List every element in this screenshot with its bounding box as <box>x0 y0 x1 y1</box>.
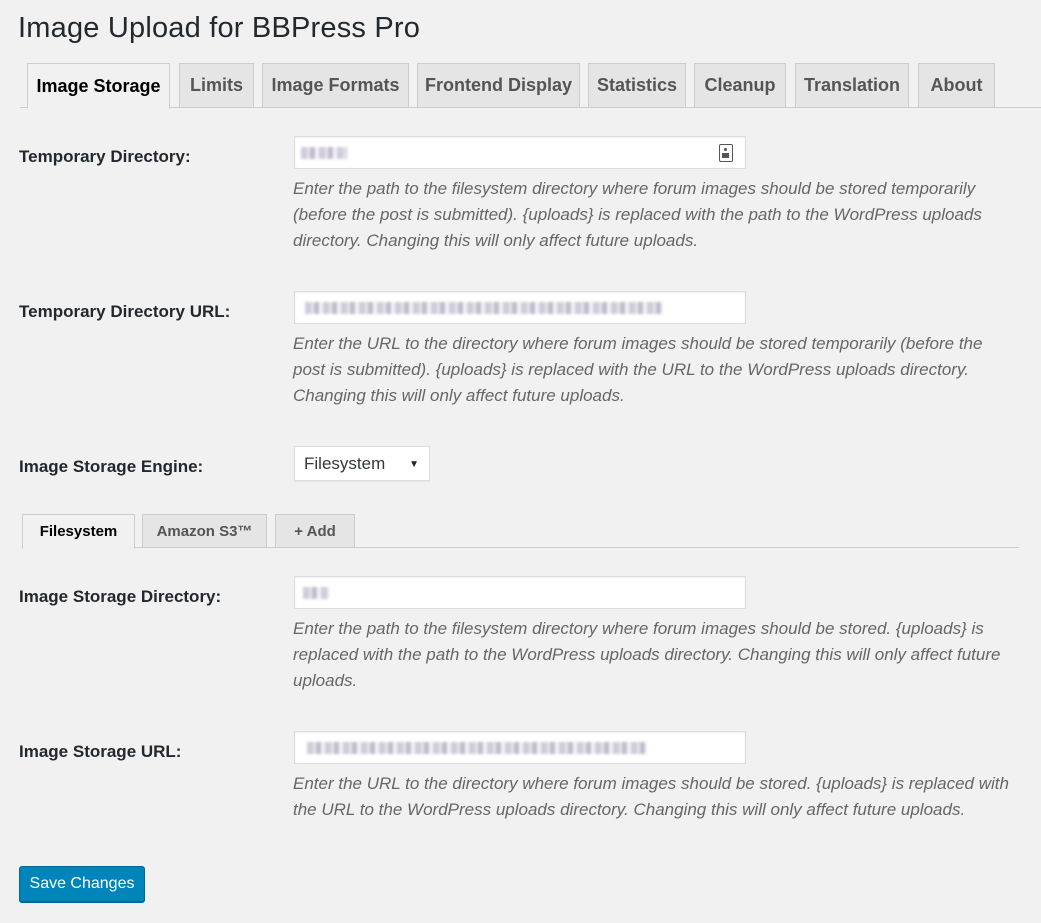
temp-dir-label: Temporary Directory: <box>19 147 191 166</box>
subtab-amazon-s3[interactable]: Amazon S3™ <box>142 514 267 548</box>
engine-selected-value: Filesystem <box>304 453 386 473</box>
storage-url-input[interactable] <box>294 731 746 764</box>
key-icon[interactable] <box>719 144 733 162</box>
redacted-value <box>305 302 663 314</box>
subtab-filesystem[interactable]: Filesystem <box>22 514 135 549</box>
storage-dir-label: Image Storage Directory: <box>19 587 222 606</box>
tab-limits[interactable]: Limits <box>179 63 254 108</box>
settings-tabs: Image Storage Limits Image Formats Front… <box>20 63 1041 109</box>
tab-image-formats[interactable]: Image Formats <box>262 63 409 108</box>
engine-label: Image Storage Engine: <box>19 457 204 476</box>
temp-url-description: Enter the URL to the directory where for… <box>293 334 983 405</box>
tab-image-storage[interactable]: Image Storage <box>27 63 170 109</box>
save-changes-button[interactable]: Save Changes <box>19 866 145 902</box>
chevron-down-icon: ▼ <box>409 459 419 470</box>
tab-statistics[interactable]: Statistics <box>588 63 686 108</box>
page-title: Image Upload for BBPress Pro <box>18 12 421 44</box>
storage-url-description: Enter the URL to the directory where for… <box>293 774 1009 819</box>
storage-url-label: Image Storage URL: <box>19 742 182 761</box>
temp-url-input[interactable] <box>294 291 746 324</box>
engine-select[interactable]: Filesystem ▼ <box>294 446 430 481</box>
storage-dir-description: Enter the path to the filesystem directo… <box>293 619 1001 690</box>
redacted-value <box>307 742 647 754</box>
redacted-value <box>301 147 347 159</box>
temp-url-label: Temporary Directory URL: <box>19 302 231 321</box>
tab-frontend-display[interactable]: Frontend Display <box>417 63 580 108</box>
temp-dir-input[interactable] <box>294 136 746 169</box>
temp-dir-description: Enter the path to the filesystem directo… <box>293 179 982 250</box>
subtab-add[interactable]: + Add <box>275 514 355 548</box>
tab-translation[interactable]: Translation <box>795 63 909 108</box>
storage-engine-tabs: Filesystem Amazon S3™ + Add <box>22 514 1019 549</box>
tab-about[interactable]: About <box>918 63 995 108</box>
tab-cleanup[interactable]: Cleanup <box>694 63 786 108</box>
storage-dir-input[interactable] <box>294 576 746 609</box>
redacted-value <box>303 587 329 599</box>
